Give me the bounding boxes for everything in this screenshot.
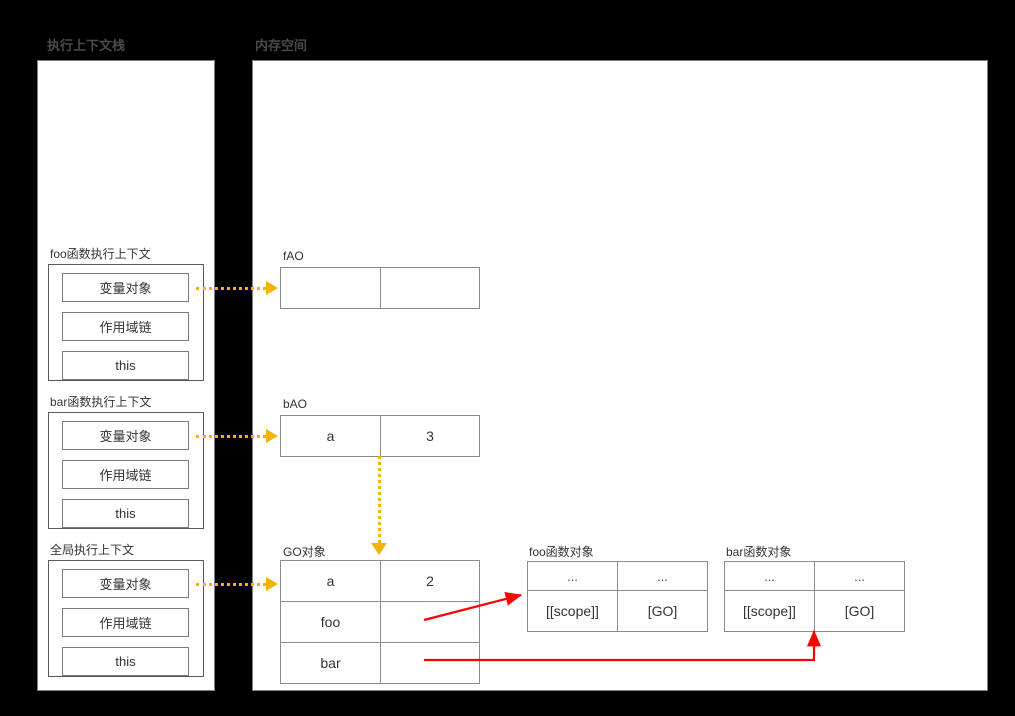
context-cell-global-scope-chain[interactable]: 作用域链 [62, 608, 189, 637]
memory-label-bar-function-object: bar函数对象 [726, 545, 792, 559]
memory-label-bao: bAO [283, 397, 308, 411]
bar-fn-dots-key: ... [724, 561, 815, 591]
memory-table-bao: a 3 [280, 415, 480, 457]
context-cell-bar-variable-object[interactable]: 变量对象 [62, 421, 189, 450]
context-cell-foo-this[interactable]: this [62, 351, 189, 380]
memory-table-bar-function-object: ... ... [[scope]] [GO] [724, 561, 905, 632]
go-value-cell-bar [380, 642, 480, 684]
foo-fn-dots-value: ... [617, 561, 708, 591]
bar-fn-scope-key: [[scope]] [724, 590, 815, 632]
table-row: a 3 [280, 415, 480, 457]
table-row: bar [280, 642, 480, 684]
fao-value-cell [380, 267, 480, 309]
connector-global-vo-to-go [196, 583, 266, 586]
context-label-bar: bar函数执行上下文 [50, 395, 152, 409]
arrow-right-icon-fao [266, 281, 278, 295]
table-row [280, 267, 480, 309]
connector-bao-to-go [378, 456, 381, 543]
bar-fn-scope-value: [GO] [814, 590, 905, 632]
fao-key-cell [280, 267, 381, 309]
table-row: a 2 [280, 560, 480, 602]
diagram-canvas: 执行上下文栈 内存空间 foo函数执行上下文 变量对象 作用域链 this ba… [0, 0, 1015, 716]
memory-table-fao [280, 267, 480, 309]
memory-table-foo-function-object: ... ... [[scope]] [GO] [527, 561, 708, 632]
bar-fn-dots-value: ... [814, 561, 905, 591]
context-cell-foo-variable-object[interactable]: 变量对象 [62, 273, 189, 302]
go-key-cell-bar: bar [280, 642, 381, 684]
go-value-cell-a: 2 [380, 560, 480, 602]
memory-label-fao: fAO [283, 249, 304, 263]
memory-label-go: GO对象 [283, 545, 326, 559]
context-cell-bar-scope-chain[interactable]: 作用域链 [62, 460, 189, 489]
table-row: [[scope]] [GO] [527, 590, 708, 632]
table-row: ... ... [724, 561, 905, 591]
memory-label-foo-function-object: foo函数对象 [529, 545, 594, 559]
context-cell-global-this[interactable]: this [62, 647, 189, 676]
connector-bar-vo-to-bao [196, 435, 266, 438]
bao-key-cell: a [280, 415, 381, 457]
context-label-global: 全局执行上下文 [50, 543, 135, 557]
memory-space-title: 内存空间 [255, 38, 308, 53]
context-cell-foo-scope-chain[interactable]: 作用域链 [62, 312, 189, 341]
memory-table-go: a 2 foo bar [280, 560, 480, 684]
arrow-right-icon-go [266, 577, 278, 591]
arrow-right-icon-bao [266, 429, 278, 443]
foo-fn-scope-key: [[scope]] [527, 590, 618, 632]
arrow-down-icon-go [371, 543, 387, 555]
go-key-cell-foo: foo [280, 601, 381, 643]
context-label-foo: foo函数执行上下文 [50, 247, 151, 261]
foo-fn-dots-key: ... [527, 561, 618, 591]
table-row: foo [280, 601, 480, 643]
foo-fn-scope-value: [GO] [617, 590, 708, 632]
execution-context-stack-title: 执行上下文栈 [47, 38, 126, 53]
bao-value-cell: 3 [380, 415, 480, 457]
go-key-cell-a: a [280, 560, 381, 602]
context-cell-bar-this[interactable]: this [62, 499, 189, 528]
go-value-cell-foo [380, 601, 480, 643]
connector-foo-vo-to-fao [196, 287, 266, 290]
table-row: [[scope]] [GO] [724, 590, 905, 632]
table-row: ... ... [527, 561, 708, 591]
context-cell-global-variable-object[interactable]: 变量对象 [62, 569, 189, 598]
